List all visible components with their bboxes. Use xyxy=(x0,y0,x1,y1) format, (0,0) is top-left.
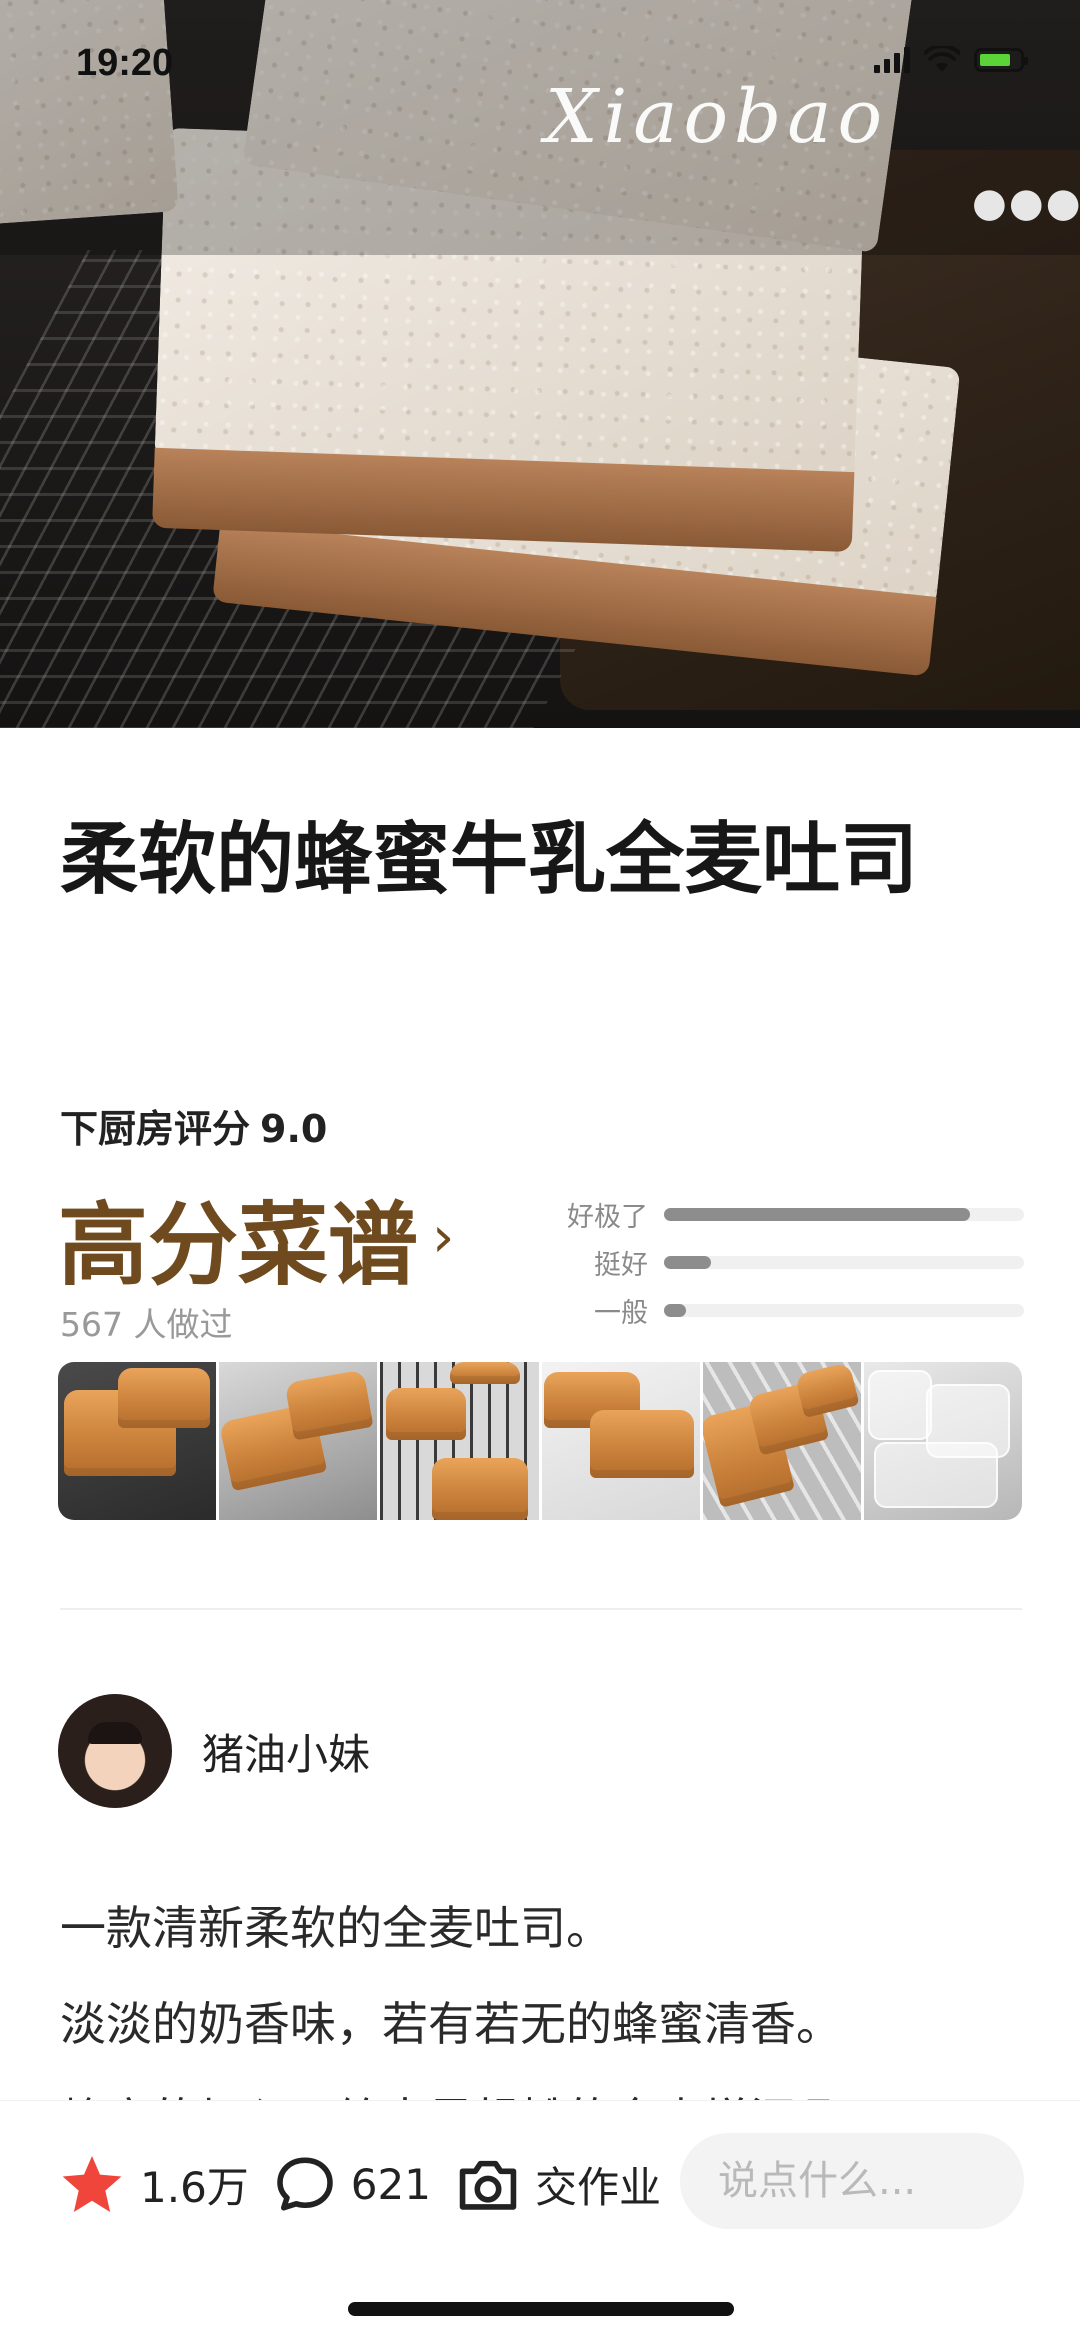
rating-score: 9.0 xyxy=(260,1107,328,1151)
user-photo-thumbnail[interactable] xyxy=(702,1362,861,1520)
grade-label: 高分菜谱 xyxy=(58,1193,418,1298)
rating-bar-track xyxy=(664,1207,1024,1221)
battery-icon xyxy=(974,48,1028,72)
author-row[interactable]: 猪油小妹 xyxy=(58,1694,370,1808)
more-options-icon[interactable]: ●●● xyxy=(972,180,1080,226)
rating-bar-label: 好极了 xyxy=(567,1201,648,1233)
favorite-count: 1.6万 xyxy=(140,2162,249,2212)
rating-bar-fill xyxy=(664,1255,711,1269)
status-icons xyxy=(874,46,1028,74)
camera-icon xyxy=(459,2160,517,2210)
rating-summary: 下厨房评分 9.0 xyxy=(60,1098,327,1153)
star-icon xyxy=(62,2156,122,2212)
favorite-button[interactable]: 1.6万 xyxy=(60,2153,249,2215)
user-photo-thumbnail[interactable] xyxy=(58,1362,217,1520)
cellular-signal-icon xyxy=(874,47,910,73)
rating-bar-row: 好极了 xyxy=(540,1190,1024,1238)
status-time: 19:20 xyxy=(76,42,174,84)
rating-bar-row: 一般 xyxy=(540,1286,1024,1334)
rating-bar-track xyxy=(664,1255,1024,1269)
home-indicator[interactable] xyxy=(348,2302,734,2316)
user-photo-thumbnail[interactable] xyxy=(541,1362,700,1520)
comment-bubble-icon xyxy=(277,2157,333,2211)
comment-count: 621 xyxy=(350,2159,431,2209)
chevron-right-icon: › xyxy=(432,1204,455,1270)
user-photo-thumbnail[interactable] xyxy=(863,1362,1022,1520)
high-score-recipe-link[interactable]: 高分菜谱 › xyxy=(58,1172,454,1302)
author-avatar[interactable] xyxy=(58,1694,172,1808)
submit-homework-button[interactable]: 交作业 xyxy=(457,2154,661,2215)
comment-button[interactable]: 621 xyxy=(275,2155,431,2213)
action-group: 1.6万 621 交作业 xyxy=(60,2153,687,2215)
user-photo-thumbnail[interactable] xyxy=(219,1362,378,1520)
rating-bar-track xyxy=(664,1303,1024,1317)
image-watermark: Xiaobao xyxy=(545,74,889,160)
description-line: 淡淡的奶香味，若有若无的蜂蜜清香。 xyxy=(60,1997,842,2051)
author-name[interactable]: 猪油小妹 xyxy=(202,1721,370,1782)
user-photos-strip[interactable] xyxy=(58,1362,1022,1520)
rating-bar-label: 挺好 xyxy=(594,1249,648,1281)
homework-label: 交作业 xyxy=(534,2162,661,2212)
comment-input[interactable] xyxy=(680,2133,1024,2229)
rating-bar-fill xyxy=(664,1303,686,1317)
rating-bar-fill xyxy=(664,1207,970,1221)
recipe-title: 柔软的蜂蜜牛乳全麦吐司 xyxy=(60,815,919,905)
header-overlay xyxy=(0,0,1080,255)
rating-label: 下厨房评分 xyxy=(60,1107,251,1151)
description-line: 一款清新柔软的全麦吐司。 xyxy=(60,1901,612,1955)
rating-bar-label: 一般 xyxy=(594,1297,648,1329)
rating-distribution: 好极了 挺好 一般 xyxy=(540,1190,1024,1334)
wifi-icon xyxy=(924,46,960,72)
made-count: 567 人做过 xyxy=(60,1305,233,1344)
section-divider xyxy=(60,1608,1022,1610)
user-photo-thumbnail[interactable] xyxy=(380,1362,539,1520)
recipe-cover-image[interactable] xyxy=(0,0,1080,728)
rating-bar-row: 挺好 xyxy=(540,1238,1024,1286)
